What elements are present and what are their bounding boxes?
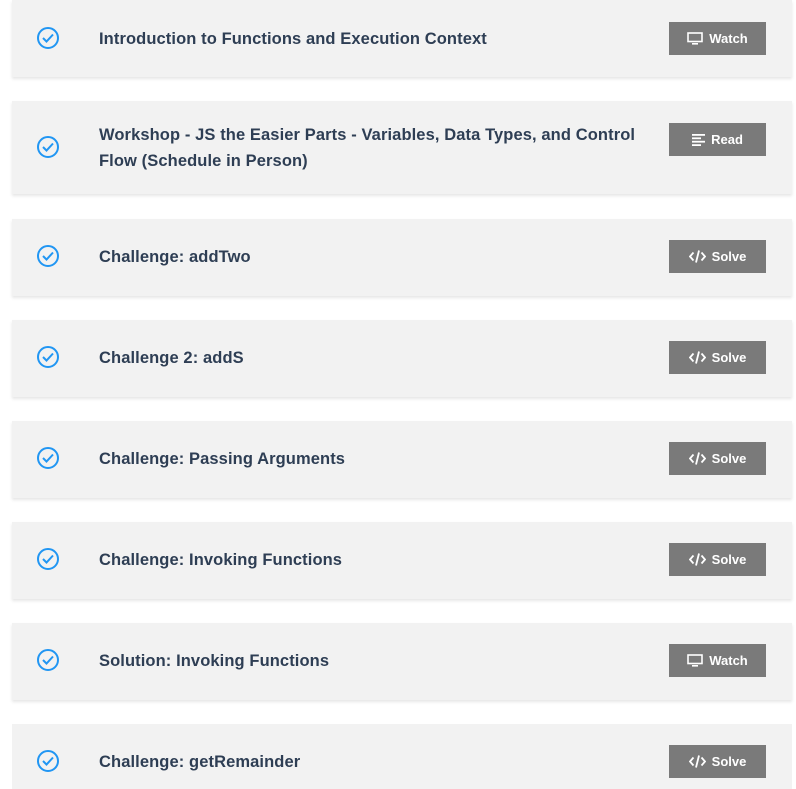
check-circle-icon [37, 750, 59, 772]
button-label: Solve [711, 249, 747, 264]
monitor-icon [687, 32, 704, 45]
lesson-title[interactable]: Introduction to Functions and Execution … [99, 26, 639, 52]
lesson-title[interactable]: Challenge: addTwo [99, 244, 639, 270]
button-label: Read [711, 132, 743, 147]
lesson-title[interactable]: Solution: Invoking Functions [99, 648, 639, 674]
code-icon [688, 553, 706, 566]
lesson-card: Challenge: addTwo Solve [12, 219, 792, 296]
code-icon [688, 250, 706, 263]
solve-button[interactable]: Solve [669, 341, 766, 374]
lesson-card: Challenge: Passing Arguments Solve [12, 421, 792, 498]
lesson-title[interactable]: Challenge: getRemainder [99, 749, 639, 775]
lesson-title[interactable]: Challenge: Invoking Functions [99, 547, 639, 573]
button-label: Solve [711, 451, 747, 466]
lesson-list: Introduction to Functions and Execution … [0, 0, 796, 789]
watch-button[interactable]: Watch [669, 644, 766, 677]
code-icon [688, 755, 706, 768]
lesson-title[interactable]: Challenge 2: addS [99, 345, 639, 371]
lesson-card: Introduction to Functions and Execution … [12, 0, 792, 77]
lesson-card: Challenge 2: addS Solve [12, 320, 792, 397]
solve-button[interactable]: Solve [669, 745, 766, 778]
solve-button[interactable]: Solve [669, 543, 766, 576]
check-circle-icon [37, 27, 59, 49]
check-circle-icon [37, 548, 59, 570]
lesson-card: Workshop - JS the Easier Parts - Variabl… [12, 101, 792, 194]
check-circle-icon [37, 346, 59, 368]
watch-button[interactable]: Watch [669, 22, 766, 55]
lesson-card: Solution: Invoking Functions Watch [12, 623, 792, 700]
check-circle-icon [37, 649, 59, 671]
button-label: Watch [709, 653, 748, 668]
read-button[interactable]: Read [669, 123, 766, 156]
check-circle-icon [37, 136, 59, 158]
code-icon [688, 452, 706, 465]
check-circle-icon [37, 245, 59, 267]
button-label: Solve [711, 552, 747, 567]
button-label: Watch [709, 31, 748, 46]
button-label: Solve [711, 754, 747, 769]
check-circle-icon [37, 447, 59, 469]
solve-button[interactable]: Solve [669, 442, 766, 475]
lesson-title[interactable]: Workshop - JS the Easier Parts - Variabl… [99, 122, 639, 174]
code-icon [688, 351, 706, 364]
solve-button[interactable]: Solve [669, 240, 766, 273]
lesson-title[interactable]: Challenge: Passing Arguments [99, 446, 639, 472]
lesson-card: Challenge: getRemainder Solve [12, 724, 792, 789]
text-lines-icon [692, 133, 706, 146]
monitor-icon [687, 654, 704, 667]
button-label: Solve [711, 350, 747, 365]
lesson-card: Challenge: Invoking Functions Solve [12, 522, 792, 599]
